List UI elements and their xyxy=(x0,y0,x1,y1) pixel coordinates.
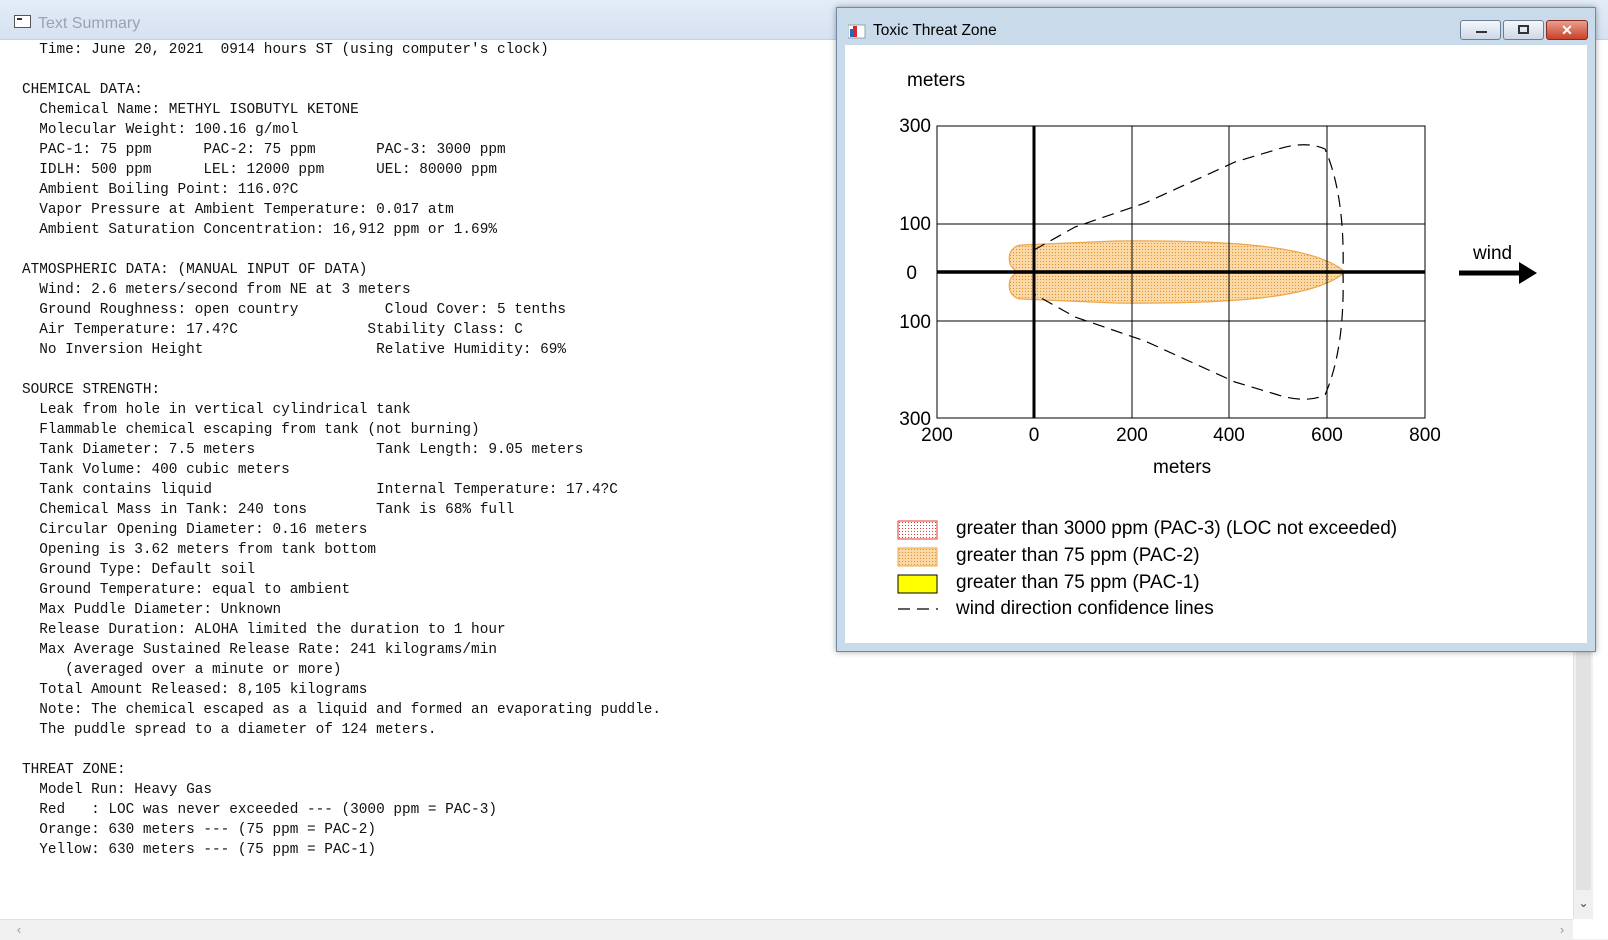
summary-line: Circular Opening Diameter: 0.16 meters xyxy=(39,522,368,538)
x-tick-label: 600 xyxy=(1311,425,1343,446)
summary-line: THREAT ZONE: xyxy=(22,762,126,778)
y-tick-label: 300 xyxy=(899,116,931,137)
minimize-icon xyxy=(1476,31,1487,33)
legend-label: greater than 3000 ppm (PAC-3) (LOC not e… xyxy=(956,518,1397,539)
threat-zone-app-icon xyxy=(848,24,866,39)
wind-label: wind xyxy=(1472,243,1512,264)
toxic-threat-zone-title: Toxic Threat Zone xyxy=(873,22,997,39)
y-tick-label: 0 xyxy=(906,263,917,284)
summary-line: The puddle spread to a diameter of 124 m… xyxy=(39,722,437,738)
summary-line: Ground Temperature: equal to ambient xyxy=(39,582,351,598)
summary-line: Time: June 20, 2021 0914 hours ST (using… xyxy=(39,42,549,58)
horizontal-scrollbar[interactable]: ‹ › xyxy=(0,919,1573,940)
summary-line: Chemical Mass in Tank: 240 tons Tank is … xyxy=(39,502,515,518)
x-tick-label: 400 xyxy=(1213,425,1245,446)
summary-line: Red : LOC was never exceeded --- (3000 p… xyxy=(39,802,497,818)
summary-line: Max Puddle Diameter: Unknown xyxy=(39,602,282,618)
scroll-left-arrow-icon[interactable]: ‹ xyxy=(10,920,28,940)
text-summary-title: Text Summary xyxy=(38,15,141,32)
x-axis-tick-labels: 200 0 200 400 600 800 xyxy=(921,425,1441,446)
summary-line: Ground Type: Default soil xyxy=(39,562,256,578)
summary-line: Molecular Weight: 100.16 g/mol xyxy=(39,122,299,138)
maximize-icon xyxy=(1518,25,1529,34)
x-axis-unit-label: meters xyxy=(1153,457,1211,478)
x-tick-label: 800 xyxy=(1409,425,1441,446)
x-tick-label: 0 xyxy=(1029,425,1040,446)
summary-line: Note: The chemical escaped as a liquid a… xyxy=(39,702,662,718)
app-window-icon xyxy=(14,15,31,28)
y-axis-unit-label: meters xyxy=(907,70,965,91)
legend-item-pac1: greater than 75 ppm (PAC-1) xyxy=(897,572,1200,594)
legend-item-pac3: greater than 3000 ppm (PAC-3) (LOC not e… xyxy=(897,518,1397,540)
threat-zone-plot-area: meters meters 300 100 0 100 300 200 0 20… xyxy=(845,45,1587,643)
scroll-right-arrow-icon[interactable]: › xyxy=(1553,920,1571,940)
summary-line: Model Run: Heavy Gas xyxy=(39,782,212,798)
scroll-down-arrow-icon[interactable]: ⌄ xyxy=(1576,893,1591,913)
summary-line: Wind: 2.6 meters/second from NE at 3 met… xyxy=(39,282,411,298)
summary-line: Release Duration: ALOHA limited the dura… xyxy=(39,622,506,638)
summary-line: Ambient Saturation Concentration: 16,912… xyxy=(39,222,497,238)
toxic-threat-zone-window[interactable]: Toxic Threat Zone ✕ meters meters 300 10… xyxy=(836,7,1596,652)
summary-line: Ground Roughness: open country Cloud Cov… xyxy=(39,302,567,318)
close-button[interactable]: ✕ xyxy=(1546,20,1588,40)
y-tick-label: 100 xyxy=(899,312,931,333)
summary-line: Opening is 3.62 meters from tank bottom xyxy=(39,542,377,558)
x-tick-label: 200 xyxy=(921,425,953,446)
wind-arrow-icon xyxy=(1459,262,1537,284)
toxic-threat-zone-titlebar[interactable]: Toxic Threat Zone ✕ xyxy=(837,8,1595,44)
x-tick-label: 200 xyxy=(1116,425,1148,446)
legend-swatch-red-dotted xyxy=(897,520,938,540)
summary-line: Orange: 630 meters --- (75 ppm = PAC-2) xyxy=(39,822,377,838)
summary-line: Tank Diameter: 7.5 meters Tank Length: 9… xyxy=(39,442,584,458)
summary-line: Tank contains liquid Internal Temperatur… xyxy=(39,482,618,498)
summary-line: No Inversion Height Relative Humidity: 6… xyxy=(39,342,567,358)
maximize-button[interactable] xyxy=(1503,20,1544,40)
legend-item-confidence-lines: wind direction confidence lines xyxy=(898,598,1214,619)
close-icon: ✕ xyxy=(1561,22,1573,38)
y-axis-tick-labels: 300 100 0 100 300 xyxy=(899,116,931,430)
summary-line: Leak from hole in vertical cylindrical t… xyxy=(39,402,411,418)
summary-line: Max Average Sustained Release Rate: 241 … xyxy=(39,642,497,658)
summary-line: Total Amount Released: 8,105 kilograms xyxy=(39,682,368,698)
summary-line: Tank Volume: 400 cubic meters xyxy=(39,462,290,478)
summary-line: (averaged over a minute or more) xyxy=(65,662,342,678)
legend-swatch-orange-dotted xyxy=(897,547,938,567)
summary-line: Flammable chemical escaping from tank (n… xyxy=(39,422,480,438)
summary-line: ATMOSPHERIC DATA: (MANUAL INPUT OF DATA) xyxy=(22,262,368,278)
summary-line: Yellow: 630 meters --- (75 ppm = PAC-1) xyxy=(39,842,377,858)
summary-line: Vapor Pressure at Ambient Temperature: 0… xyxy=(39,202,454,218)
legend-item-pac2: greater than 75 ppm (PAC-2) xyxy=(897,545,1200,567)
threat-zone-plot: meters meters 300 100 0 100 300 200 0 20… xyxy=(897,70,1537,619)
summary-line: SOURCE STRENGTH: xyxy=(22,382,161,398)
summary-line: PAC-1: 75 ppm PAC-2: 75 ppm PAC-3: 3000 … xyxy=(39,142,506,158)
summary-line: Chemical Name: METHYL ISOBUTYL KETONE xyxy=(39,102,359,118)
legend-label: greater than 75 ppm (PAC-1) xyxy=(956,572,1200,593)
legend-swatch-yellow-solid xyxy=(897,574,938,594)
minimize-button[interactable] xyxy=(1460,20,1501,40)
legend: greater than 3000 ppm (PAC-3) (LOC not e… xyxy=(897,518,1397,619)
summary-line: IDLH: 500 ppm LEL: 12000 ppm UEL: 80000 … xyxy=(39,162,497,178)
legend-label: wind direction confidence lines xyxy=(955,598,1214,619)
summary-line: Ambient Boiling Point: 116.0?C xyxy=(39,182,299,198)
summary-line: Air Temperature: 17.4?C Stability Class:… xyxy=(39,322,523,338)
y-tick-label: 100 xyxy=(899,214,931,235)
summary-line: CHEMICAL DATA: xyxy=(22,82,143,98)
legend-label: greater than 75 ppm (PAC-2) xyxy=(956,545,1200,566)
